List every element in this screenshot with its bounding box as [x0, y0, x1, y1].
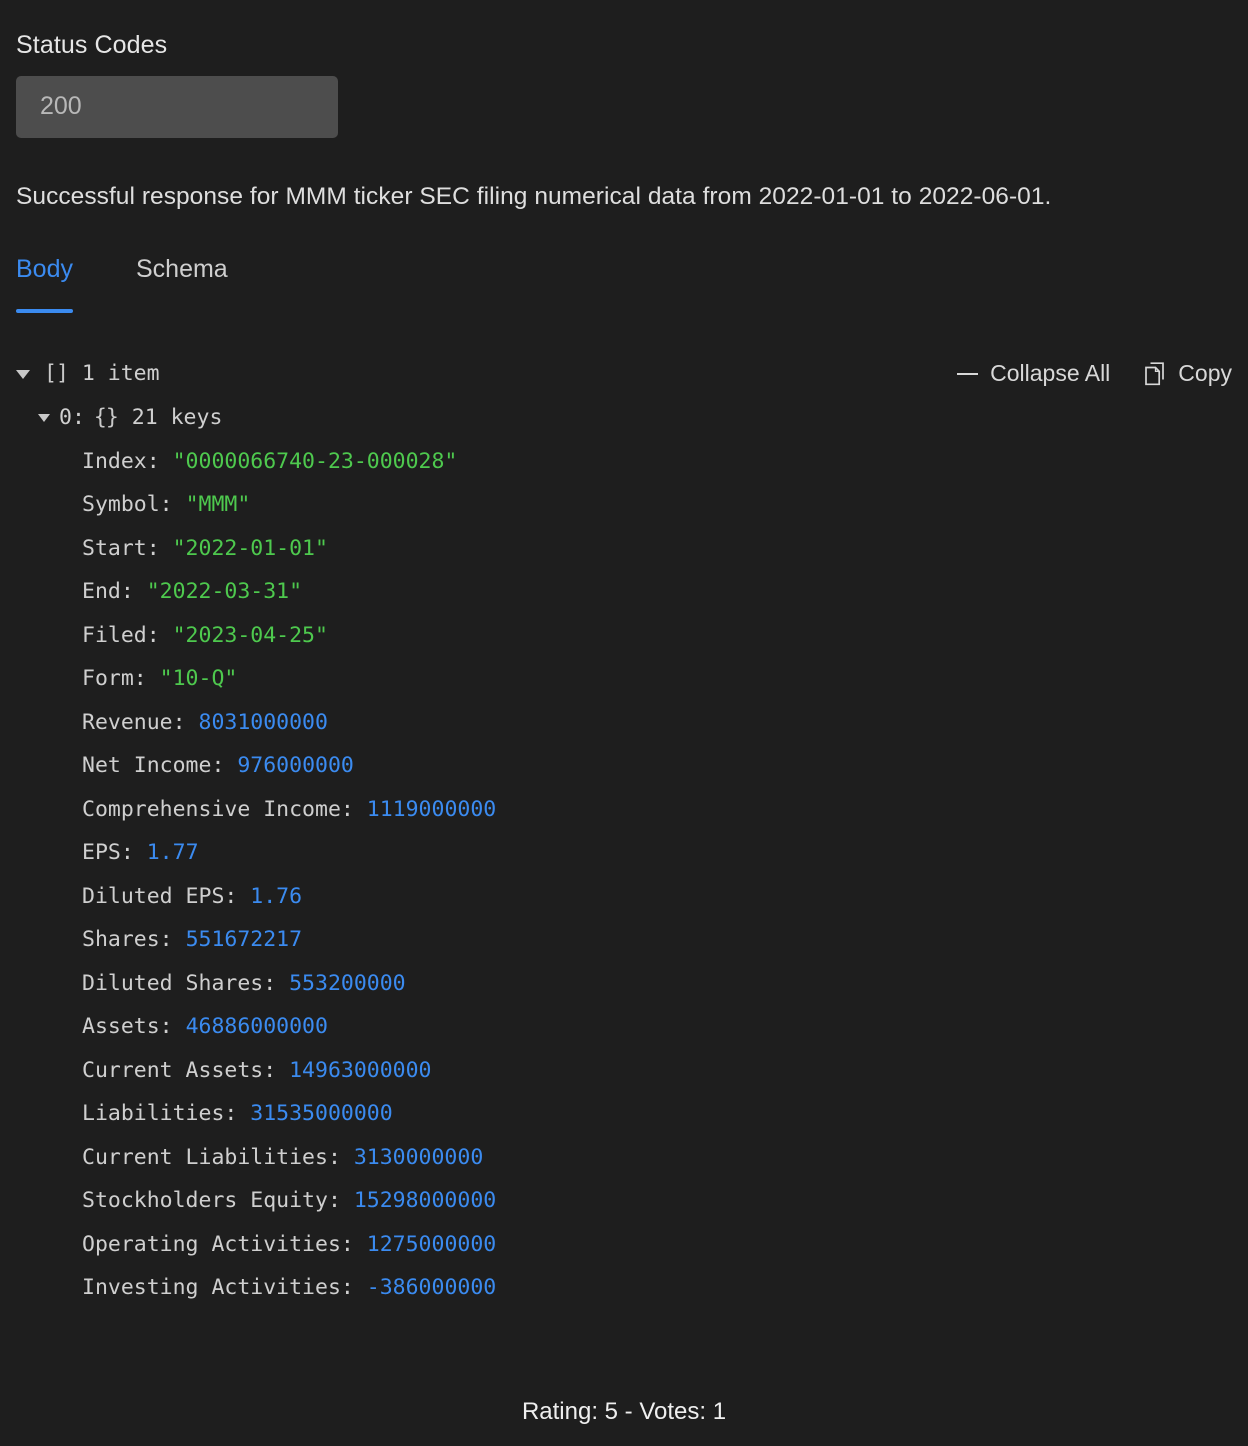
json-entry-value: 553200000: [289, 970, 406, 996]
json-entry-key: Current Assets:: [82, 1057, 290, 1083]
json-entry-value: 3130000000: [353, 1144, 484, 1170]
json-entry-row: EPS: 1.77: [82, 831, 1232, 875]
json-entry-value: "2023-04-25": [172, 622, 328, 648]
response-panel: Status Codes 200 Successful response for…: [0, 0, 1248, 1446]
json-toolbar-row: [] 1 item Collapse All Copy: [16, 352, 1232, 396]
json-node-summary: 21 keys: [131, 405, 223, 431]
json-entry-row: Net Income: 976000000: [82, 744, 1232, 788]
json-entry-value: 8031000000: [198, 709, 328, 735]
json-entry-row: Current Liabilities: 3130000000: [82, 1136, 1232, 1180]
collapse-all-label: Collapse All: [990, 360, 1111, 387]
json-entry-key: Diluted Shares:: [82, 970, 290, 996]
json-entry-list: Index: "0000066740-23-000028" Symbol: "MM…: [82, 440, 1232, 1310]
tab-body[interactable]: Body: [16, 256, 73, 313]
json-entry-key: Stockholders Equity:: [82, 1188, 354, 1214]
json-entry-value: 976000000: [237, 753, 354, 779]
json-entry-key: Filed:: [82, 622, 173, 648]
json-entry-key: Revenue:: [82, 709, 199, 735]
json-entry-value: "2022-01-01": [172, 535, 328, 561]
json-entry-row: Operating Activities: 1275000000: [82, 1223, 1232, 1267]
json-entry-value: 1119000000: [366, 796, 497, 822]
json-entry-row: Current Assets: 14963000000: [82, 1049, 1232, 1093]
status-code-select[interactable]: 200: [16, 75, 338, 138]
json-entry-key: Index:: [82, 448, 173, 474]
json-entry-value: 15298000000: [353, 1188, 497, 1214]
json-entry-key: Comprehensive Income:: [82, 796, 367, 822]
json-object-node[interactable]: 0: {} 21 keys: [38, 396, 1232, 440]
json-toolbar-actions: Collapse All Copy: [957, 352, 1232, 396]
json-entry-value: "MMM": [185, 492, 251, 518]
json-entry-key: Investing Activities:: [82, 1275, 367, 1301]
json-entry-row: Investing Activities: -386000000: [82, 1266, 1232, 1310]
json-entry-row: Filed: "2023-04-25": [82, 614, 1232, 658]
json-entry-row: Diluted Shares: 553200000: [82, 962, 1232, 1006]
json-entry-value: -386000000: [366, 1275, 497, 1301]
json-entry-value: 31535000000: [250, 1101, 393, 1127]
collapse-all-button[interactable]: Collapse All: [957, 352, 1110, 396]
json-node-index: 0:: [59, 405, 85, 431]
json-entry-key: Operating Activities:: [82, 1231, 367, 1257]
json-entry-value: 46886000000: [185, 1014, 328, 1040]
json-entry-value: "2022-03-31": [146, 579, 303, 605]
json-entry-row: Start: "2022-01-01": [82, 527, 1232, 571]
json-entry-row: Revenue: 8031000000: [82, 701, 1232, 745]
json-entry-value: 1.77: [146, 840, 199, 866]
json-entry-key: Start:: [82, 535, 173, 561]
json-entry-row: Form: "10-Q": [82, 657, 1232, 701]
status-codes-label: Status Codes: [16, 31, 168, 59]
json-root-node[interactable]: [] 1 item: [16, 352, 160, 396]
json-entry-value: 551672217: [185, 927, 303, 953]
copy-label: Copy: [1178, 360, 1232, 387]
object-bracket-icon: {}: [93, 405, 119, 431]
response-tabs: Body Schema: [16, 256, 1232, 344]
json-entry-key: EPS:: [82, 840, 147, 866]
json-entry-row: Liabilities: 31535000000: [82, 1092, 1232, 1136]
chevron-down-icon[interactable]: [38, 413, 50, 422]
json-entry-value: "0000066740-23-000028": [172, 448, 458, 474]
json-entry-row: Stockholders Equity: 15298000000: [82, 1179, 1232, 1223]
minus-icon: [957, 373, 979, 376]
json-entry-value: 1275000000: [366, 1231, 497, 1257]
json-entry-key: Symbol:: [82, 492, 186, 518]
json-entry-key: Net Income:: [82, 753, 238, 779]
response-description: Successful response for MMM ticker SEC f…: [16, 182, 1052, 210]
copy-icon: [1144, 362, 1166, 386]
json-entry-key: Current Liabilities:: [82, 1144, 354, 1170]
array-bracket-icon: []: [44, 361, 69, 387]
json-entry-key: Diluted EPS:: [82, 883, 251, 909]
copy-button[interactable]: Copy: [1144, 352, 1232, 396]
tab-schema[interactable]: Schema: [136, 256, 228, 284]
json-entry-key: Liabilities:: [82, 1101, 251, 1127]
json-entry-row: Shares: 551672217: [82, 918, 1232, 962]
json-entry-row: Symbol: "MMM": [82, 483, 1232, 527]
json-entry-key: Shares:: [82, 927, 186, 953]
json-tree-viewer: [] 1 item Collapse All Copy 0: {} 21 key…: [16, 352, 1232, 1310]
json-entry-value: 1.76: [250, 883, 303, 909]
json-root-summary: 1 item: [81, 361, 160, 387]
json-entry-row: Comprehensive Income: 1119000000: [82, 788, 1232, 832]
json-entry-key: End:: [82, 579, 147, 605]
json-entry-key: Assets:: [82, 1014, 186, 1040]
json-entry-row: Diluted EPS: 1.76: [82, 875, 1232, 919]
rating-footer: Rating: 5 - Votes: 1: [521, 1398, 727, 1425]
status-codes-section: Status Codes 200: [16, 0, 1232, 138]
json-entry-row: Index: "0000066740-23-000028": [82, 440, 1232, 484]
json-entry-key: Form:: [82, 666, 160, 692]
json-entry-row: End: "2022-03-31": [82, 570, 1232, 614]
json-entry-value: "10-Q": [159, 666, 238, 692]
json-entry-row: Assets: 46886000000: [82, 1005, 1232, 1049]
chevron-down-icon[interactable]: [16, 369, 30, 379]
json-entry-value: 14963000000: [289, 1057, 432, 1083]
